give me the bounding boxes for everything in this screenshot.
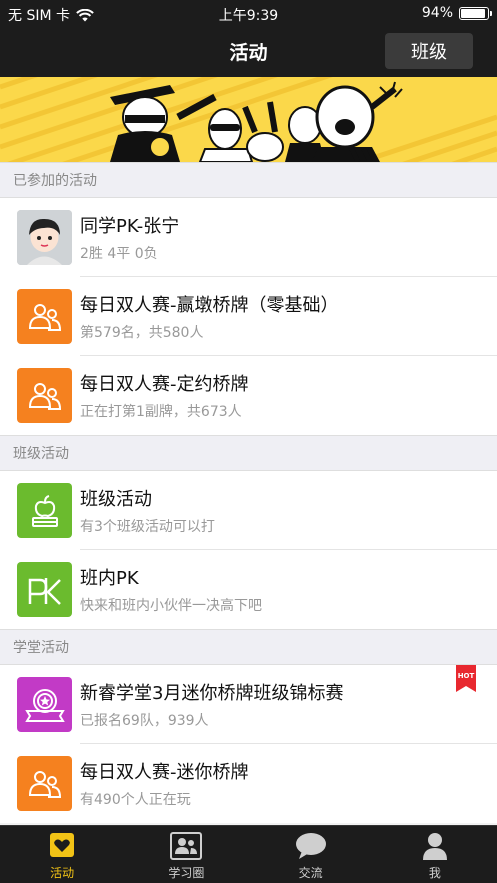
apple-book-icon: [17, 483, 72, 538]
row-title: 每日双人赛-迷你桥牌: [80, 762, 249, 783]
tab-label: 我: [428, 866, 441, 880]
nav-bar: 活动 班级: [0, 26, 497, 77]
row-title: 每日双人赛-定约桥牌: [80, 374, 249, 395]
tab-label: 学习圈: [168, 866, 205, 880]
status-bar: 无 SIM 卡 上午9:39 94%: [0, 0, 497, 26]
tab-activities[interactable]: 活动: [0, 826, 124, 883]
person-icon: [422, 833, 447, 860]
row-subtitle: 有3个班级活动可以打: [80, 519, 215, 535]
heart-icon: [50, 833, 75, 857]
cartoon-crowd-illustration: [0, 77, 497, 162]
row-subtitle: 有490个人正在玩: [80, 792, 191, 808]
medal-ribbon-icon: [17, 677, 72, 732]
pk-icon: [17, 562, 72, 617]
row-title: 班内PK: [80, 568, 139, 589]
tab-label: 活动: [50, 866, 75, 880]
activity-row-class-activity[interactable]: 班级活动 有3个班级活动可以打: [0, 471, 497, 550]
tab-study-circle[interactable]: 学习圈: [124, 826, 248, 883]
tab-bar: 活动 学习圈 交流 我: [0, 825, 497, 883]
class-button[interactable]: 班级: [385, 33, 473, 69]
row-subtitle: 快来和班内小伙伴一决高下吧: [80, 598, 262, 614]
avatar-boy-icon: [17, 210, 72, 265]
row-subtitle: 第579名，共580人: [80, 325, 204, 341]
row-subtitle: 正在打第1副牌，共673人: [80, 404, 242, 420]
tab-chat[interactable]: 交流: [249, 826, 373, 883]
activity-row-daily-pair-winning-tricks[interactable]: 每日双人赛-赢墩桥牌（零基础） 第579名，共580人: [0, 277, 497, 356]
section-header-academy: 学堂活动: [0, 629, 497, 665]
tab-label: 交流: [298, 866, 323, 880]
status-right: 94%: [421, 5, 492, 21]
section-header-class: 班级活动: [0, 435, 497, 471]
banner-image[interactable]: [0, 77, 497, 162]
battery-icon: [459, 6, 492, 20]
battery-fill: [461, 8, 485, 18]
two-people-icon: [17, 289, 72, 344]
battery-percent: 94%: [421, 5, 453, 21]
people-card-icon: [170, 832, 203, 860]
row-title: 新睿学堂3月迷你桥牌班级锦标赛: [80, 683, 344, 704]
row-title: 班级活动: [80, 489, 152, 510]
two-people-icon: [17, 756, 72, 811]
row-subtitle: 已报名69队，939人: [80, 713, 209, 729]
activity-row-classmate-pk[interactable]: 同学PK-张宁 2胜 4平 0负: [0, 198, 497, 277]
chat-bubble-icon: [295, 833, 326, 859]
row-title: 每日双人赛-赢墩桥牌（零基础）: [80, 295, 339, 316]
row-title: 同学PK-张宁: [80, 216, 180, 237]
section-header-joined: 已参加的活动: [0, 162, 497, 198]
activity-row-mini-bridge-championship[interactable]: 新睿学堂3月迷你桥牌班级锦标赛 已报名69队，939人 HOT: [0, 665, 497, 744]
activity-row-daily-pair-mini-bridge[interactable]: 每日双人赛-迷你桥牌 有490个人正在玩: [0, 744, 497, 823]
activity-row-daily-pair-contract[interactable]: 每日双人赛-定约桥牌 正在打第1副牌，共673人: [0, 356, 497, 435]
hot-badge: HOT: [456, 665, 476, 692]
tab-me[interactable]: 我: [373, 826, 497, 883]
activity-row-class-pk[interactable]: 班内PK 快来和班内小伙伴一决高下吧: [0, 550, 497, 629]
row-subtitle: 2胜 4平 0负: [80, 246, 158, 262]
two-people-icon: [17, 368, 72, 423]
hot-badge-text: HOT: [458, 672, 475, 680]
